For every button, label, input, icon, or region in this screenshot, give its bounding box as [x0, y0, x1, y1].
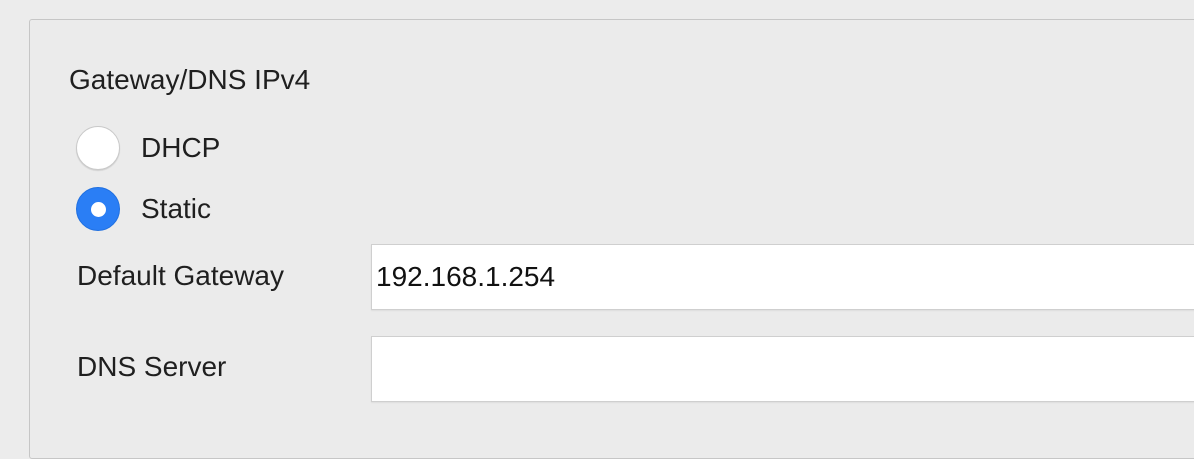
- radio-selected-dot-icon: [90, 201, 106, 217]
- static-radio-option[interactable]: Static: [76, 185, 211, 233]
- dhcp-radio-label[interactable]: DHCP: [141, 130, 220, 166]
- dhcp-radio-button[interactable]: [76, 126, 120, 170]
- static-radio-label[interactable]: Static: [141, 191, 211, 227]
- static-radio-button[interactable]: [76, 187, 120, 231]
- default-gateway-label: Default Gateway: [77, 260, 284, 291]
- default-gateway-input[interactable]: [371, 244, 1194, 310]
- section-title: Gateway/DNS IPv4: [69, 64, 311, 95]
- dns-server-label: DNS Server: [77, 351, 227, 382]
- dhcp-radio-option[interactable]: DHCP: [76, 124, 220, 172]
- dns-server-input[interactable]: [371, 336, 1194, 402]
